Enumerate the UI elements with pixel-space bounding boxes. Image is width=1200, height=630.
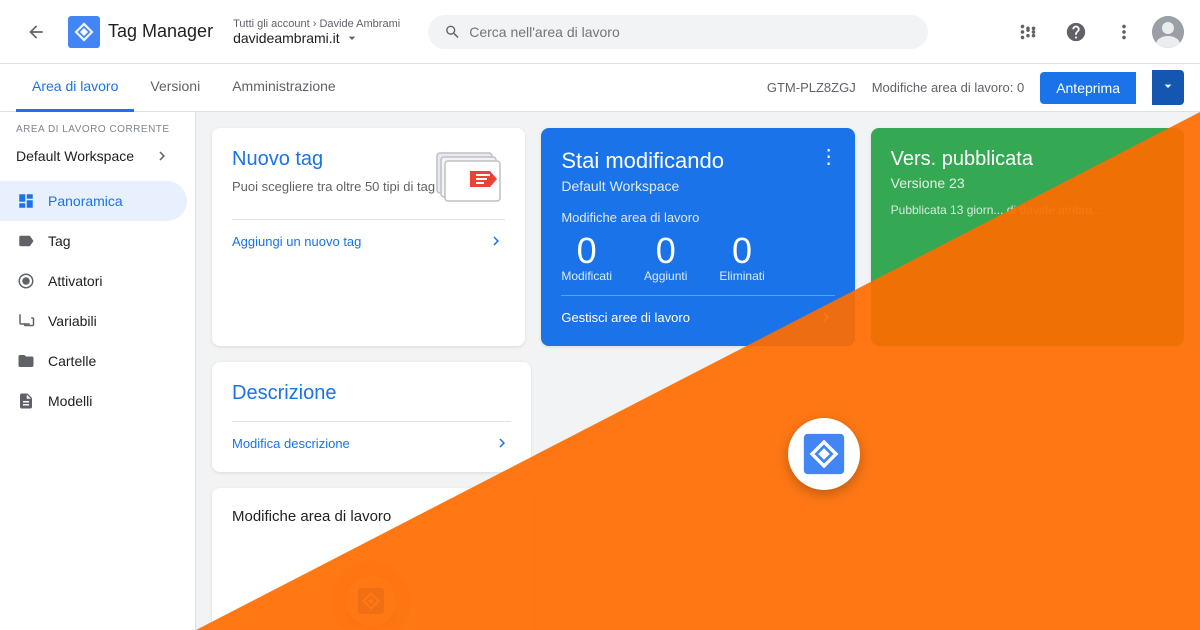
preview-button[interactable]: Anteprima	[1040, 72, 1136, 104]
changes-added: 0 Aggiunti	[644, 233, 687, 283]
attivatori-icon	[16, 271, 36, 291]
card-editing-subtitle: Default Workspace	[561, 178, 834, 194]
card-published: Vers. pubblicata Versione 23 Pubblicata …	[871, 128, 1184, 346]
panoramica-icon	[16, 191, 36, 211]
card-desc: Descrizione Modifica descrizione	[212, 362, 531, 472]
cartelle-icon	[16, 351, 36, 371]
edit-desc-link[interactable]: Modifica descrizione	[232, 421, 511, 452]
workspace-changes-title: Modifiche area di lavoro	[232, 508, 511, 525]
back-button[interactable]	[16, 12, 56, 52]
card-more-button[interactable]: ⋮	[819, 144, 839, 169]
account-name[interactable]: davideambrami.it	[233, 30, 400, 46]
gtm-empty-icon	[346, 576, 396, 626]
search-icon	[444, 23, 461, 41]
manage-workspaces-link[interactable]: Gestisci aree di lavoro	[561, 295, 834, 326]
workspace-item[interactable]: Default Workspace	[0, 139, 187, 173]
changes-counts: 0 Modificati 0 Aggiunti 0 Eliminati	[561, 233, 834, 283]
gtm-id: GTM-PLZ8ZGJ	[767, 80, 856, 95]
nav-admin[interactable]: Amministrazione	[216, 64, 351, 112]
card-published-version: Versione 23	[891, 175, 1164, 191]
arrow-right-icon	[487, 232, 505, 250]
account-selector[interactable]: Tutti gli account › Davide Ambrami david…	[233, 18, 400, 46]
breadcrumb: Tutti gli account › Davide Ambrami	[233, 18, 400, 30]
card-new-tag-desc: Puoi scegliere tra oltre 50 tipi di tag	[232, 179, 435, 194]
app-title: Tag Manager	[108, 21, 213, 42]
more-button[interactable]	[1104, 12, 1144, 52]
content-area: Nuovo tag Puoi scegliere tra oltre 50 ti…	[196, 112, 1200, 630]
changes-badge: Modifiche area di lavoro: 0	[872, 80, 1024, 95]
changes-title: Modifiche area di lavoro	[561, 210, 834, 225]
card-published-title: Vers. pubblicata	[891, 148, 1164, 171]
nav-right: GTM-PLZ8ZGJ Modifiche area di lavoro: 0 …	[767, 70, 1200, 105]
header: Tag Manager Tutti gli account › Davide A…	[0, 0, 1200, 64]
card-editing: ⋮ Stai modificando Default Workspace Mod…	[541, 128, 854, 346]
changes-modified: 0 Modificati	[561, 233, 612, 283]
changes-section: Modifiche area di lavoro 0 Modificati 0 …	[561, 210, 834, 283]
card-desc-title: Descrizione	[232, 382, 511, 405]
sidebar-nav: Panoramica Tag Attivatori Variabili	[0, 181, 195, 421]
header-actions	[1008, 12, 1184, 52]
search-input[interactable]	[469, 24, 912, 40]
sidebar-item-tag[interactable]: Tag	[0, 221, 187, 261]
sidebar-item-panoramica[interactable]: Panoramica	[0, 181, 187, 221]
nav-workspace[interactable]: Area di lavoro	[16, 64, 134, 112]
preview-dropdown-button[interactable]	[1152, 70, 1184, 105]
changes-deleted: 0 Eliminati	[719, 233, 764, 283]
cards-grid: Nuovo tag Puoi scegliere tra oltre 50 ti…	[212, 128, 1184, 346]
bottom-row: Descrizione Modifica descrizione Modific…	[212, 362, 1184, 630]
manage-arrow-icon	[817, 308, 835, 326]
variabili-icon	[16, 311, 36, 331]
workspace-label: AREA DI LAVORO CORRENTE	[0, 112, 195, 139]
sidebar-item-variabili[interactable]: Variabili	[0, 301, 187, 341]
help-button[interactable]	[1056, 12, 1096, 52]
modelli-icon	[16, 391, 36, 411]
empty-icon	[331, 561, 411, 630]
card-workspace-changes: Modifiche area di lavoro Non sono prese.…	[212, 488, 531, 630]
gtm-floating-logo	[788, 418, 860, 490]
card-new-tag-header: Nuovo tag Puoi scegliere tra oltre 50 ti…	[232, 148, 505, 203]
empty-state: Non sono prese...	[232, 537, 511, 630]
sidebar-item-attivatori[interactable]: Attivatori	[0, 261, 187, 301]
app-logo: Tag Manager	[68, 16, 213, 48]
tag-icon	[16, 231, 36, 251]
card-new-tag-title: Nuovo tag	[232, 148, 435, 171]
card-new-tag: Nuovo tag Puoi scegliere tra oltre 50 ti…	[212, 128, 525, 346]
card-editing-title: Stai modificando	[561, 148, 834, 174]
sidebar-item-modelli[interactable]: Modelli	[0, 381, 187, 421]
search-bar[interactable]	[428, 15, 928, 49]
card-published-info: Pubblicata 13 giorn... di davide.ambra..…	[891, 203, 1164, 217]
desc-arrow-icon	[493, 434, 511, 452]
sidebar-item-cartelle[interactable]: Cartelle	[0, 341, 187, 381]
avatar[interactable]	[1152, 16, 1184, 48]
add-tag-link[interactable]: Aggiungi un nuovo tag	[232, 219, 505, 250]
sidebar: AREA DI LAVORO CORRENTE Default Workspac…	[0, 112, 196, 630]
tag-graphic-icon	[435, 148, 505, 203]
nav-bar: Area di lavoro Versioni Amministrazione …	[0, 64, 1200, 112]
nav-versions[interactable]: Versioni	[134, 64, 216, 112]
gtm-logo-float	[800, 430, 848, 478]
apps-button[interactable]	[1008, 12, 1048, 52]
main-layout: AREA DI LAVORO CORRENTE Default Workspac…	[0, 112, 1200, 630]
